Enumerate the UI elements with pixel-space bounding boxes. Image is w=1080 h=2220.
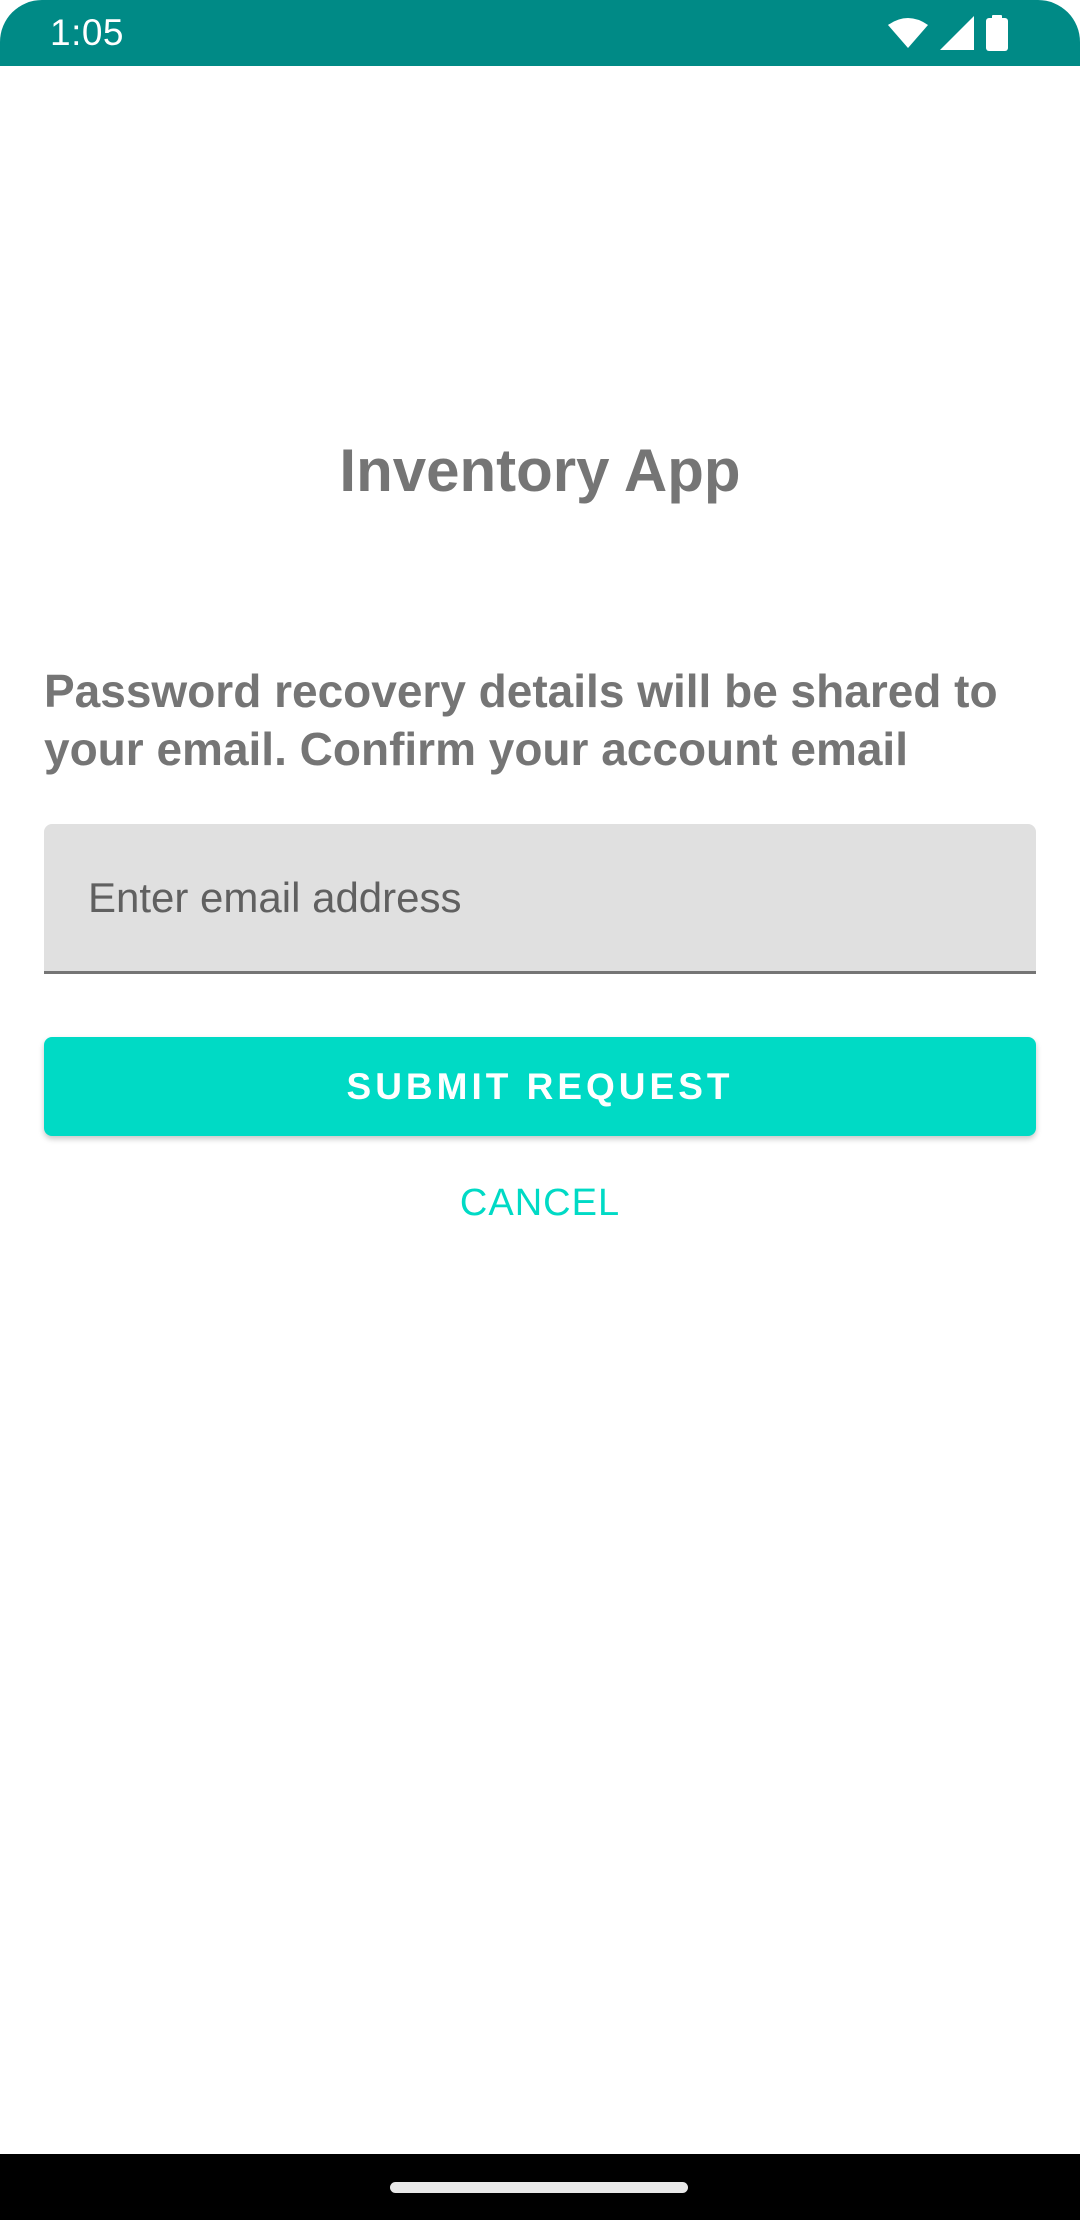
password-recovery-screen: 1:05 Inventory App Password recovery det… <box>0 0 1080 2220</box>
recovery-instructions: Password recovery details will be shared… <box>44 665 998 775</box>
email-field[interactable] <box>44 824 1036 974</box>
status-time: 1:05 <box>50 12 125 53</box>
status-bar: 1:05 <box>0 0 1080 66</box>
app-title: Inventory App <box>339 437 741 504</box>
home-handle[interactable] <box>390 2182 688 2193</box>
cancel-button[interactable]: CANCEL <box>390 1168 690 1238</box>
submit-request-button[interactable]: SUBMIT REQUEST <box>44 1037 1036 1136</box>
battery-icon <box>986 15 1008 51</box>
email-input[interactable] <box>44 824 1036 971</box>
status-icons <box>888 14 1008 52</box>
signal-icon <box>940 16 974 50</box>
wifi-icon <box>888 17 928 49</box>
